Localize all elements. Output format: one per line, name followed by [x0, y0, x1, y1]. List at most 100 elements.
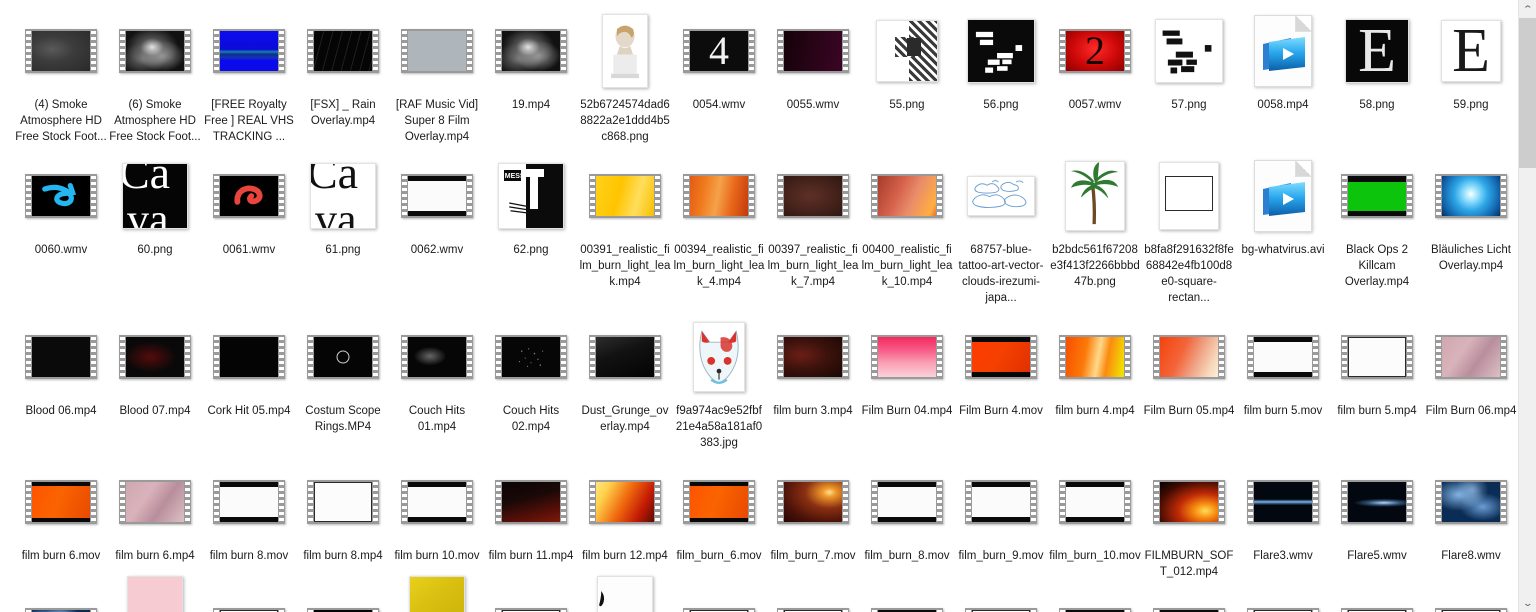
file-item[interactable]: E 59.png: [1424, 0, 1518, 145]
file-item[interactable]: (6) Smoke Atmosphere HD Free Stock Foot.…: [108, 0, 202, 145]
file-item[interactable]: 00391_realistic_film_burn_light_leak.mp4: [578, 145, 672, 306]
file-item[interactable]: 4 0054.wmv: [672, 0, 766, 145]
file-item[interactable]: 0055.wmv: [766, 0, 860, 145]
film-strip-icon: [1341, 335, 1413, 379]
film-strip-icon: [1341, 174, 1413, 218]
file-item[interactable]: bg-whatvirus.avi: [1236, 145, 1330, 306]
file-item[interactable]: film burn 8.mp4: [296, 451, 390, 580]
file-item[interactable]: 00397_realistic_film_burn_light_leak_7.m…: [766, 145, 860, 306]
file-name-label: b8fa8f291632f8fe68842e4fb100d8e0-square-…: [1144, 244, 1234, 304]
file-item[interactable]: film burn 5.mp4: [1330, 306, 1424, 451]
file-item[interactable]: Blood 07.mp4: [108, 306, 202, 451]
file-item[interactable]: film burn 5.mov: [1236, 306, 1330, 451]
file-item[interactable]: 68757-blue-tattoo-art-vector-clouds-irez…: [954, 145, 1048, 306]
file-item[interactable]: [FSX] _ Rain Overlay.mp4: [296, 0, 390, 145]
file-item[interactable]: film_burn_7.mov: [766, 451, 860, 580]
file-item[interactable]: [860, 580, 954, 612]
file-item[interactable]: [1424, 580, 1518, 612]
file-item[interactable]: [14, 580, 108, 612]
file-thumbnail: [1237, 312, 1329, 402]
file-item[interactable]: 55.png: [860, 0, 954, 145]
file-thumbnail: [485, 457, 577, 547]
file-item[interactable]: (4) Smoke Atmosphere HD Free Stock Foot.…: [14, 0, 108, 145]
file-item[interactable]: Film Burn 4.mov: [954, 306, 1048, 451]
file-item[interactable]: [672, 580, 766, 612]
file-item[interactable]: Cork Hit 05.mp4: [202, 306, 296, 451]
file-item[interactable]: film burn 10.mov: [390, 451, 484, 580]
film-strip-icon: [495, 29, 567, 73]
file-item[interactable]: Black Ops 2 Killcam Overlay.mp4: [1330, 145, 1424, 306]
file-item[interactable]: [1048, 580, 1142, 612]
file-item[interactable]: film_burn_10.mov: [1048, 451, 1142, 580]
file-item[interactable]: b2bdc561f67208e3f413f2266bbbd47b.png: [1048, 145, 1142, 306]
file-item[interactable]: [954, 580, 1048, 612]
file-item[interactable]: Ca va 60.png: [108, 145, 202, 306]
file-item[interactable]: [202, 580, 296, 612]
file-thumbnail: E: [1425, 6, 1517, 96]
file-item[interactable]: film_burn_6.mov: [672, 451, 766, 580]
file-item[interactable]: 00394_realistic_film_burn_light_leak_4.m…: [672, 145, 766, 306]
vertical-scrollbar[interactable]: ⌃ ⌄: [1518, 0, 1536, 612]
file-item[interactable]: [FREE Royalty Free ] REAL VHS TRACKING .…: [202, 0, 296, 145]
file-item[interactable]: Film Burn 05.mp4: [1142, 306, 1236, 451]
file-item[interactable]: 0058.mp4: [1236, 0, 1330, 145]
scroll-up-arrow-icon[interactable]: ⌃: [1519, 0, 1536, 18]
file-item[interactable]: FILMBURN_SOFT_012.mp4: [1142, 451, 1236, 580]
file-name-label: [RAF Music Vid] Super 8 Film Overlay.mp4: [395, 99, 479, 143]
file-item[interactable]: Blood 06.mp4: [14, 306, 108, 451]
file-item[interactable]: Film Burn 04.mp4: [860, 306, 954, 451]
file-item[interactable]: Flare8.wmv: [1424, 451, 1518, 580]
file-item[interactable]: Costum Scope Rings.MP4: [296, 306, 390, 451]
file-item[interactable]: [484, 580, 578, 612]
file-item[interactable]: film_burn_8.mov: [860, 451, 954, 580]
file-item[interactable]: Ca va 61.png: [296, 145, 390, 306]
file-item[interactable]: [578, 576, 672, 612]
file-item[interactable]: 00400_realistic_film_burn_light_leak_10.…: [860, 145, 954, 306]
file-grid-scroll-area[interactable]: (4) Smoke Atmosphere HD Free Stock Foot.…: [0, 0, 1518, 612]
file-name-label: 61.png: [325, 244, 361, 256]
file-item[interactable]: 0062.wmv: [390, 145, 484, 306]
file-item[interactable]: film burn 6.mp4: [108, 451, 202, 580]
film-strip-icon: [307, 608, 379, 612]
file-item[interactable]: film burn 6.mov: [14, 451, 108, 580]
file-item[interactable]: Dust_Grunge_overlay.mp4: [578, 306, 672, 451]
file-item[interactable]: film burn 11.mp4: [484, 451, 578, 580]
file-item[interactable]: Film Burn 06.mp4: [1424, 306, 1518, 451]
file-item[interactable]: Couch Hits 01.mp4: [390, 306, 484, 451]
file-item[interactable]: MESS PASS 62.png: [484, 145, 578, 306]
file-item[interactable]: Flare5.wmv: [1330, 451, 1424, 580]
file-item[interactable]: [1330, 580, 1424, 612]
file-item[interactable]: [108, 576, 202, 612]
file-item[interactable]: Flare3.wmv: [1236, 451, 1330, 580]
file-item[interactable]: [390, 576, 484, 612]
file-item[interactable]: 0061.wmv: [202, 145, 296, 306]
file-item[interactable]: film burn 12.mp4: [578, 451, 672, 580]
file-item[interactable]: Bläuliches Licht Overlay.mp4: [1424, 145, 1518, 306]
file-item[interactable]: [1142, 580, 1236, 612]
file-item[interactable]: 2 0057.wmv: [1048, 0, 1142, 145]
file-thumbnail: [861, 151, 953, 241]
file-thumbnail: [1331, 457, 1423, 547]
file-item[interactable]: [1236, 580, 1330, 612]
scrollbar-thumb[interactable]: [1519, 18, 1536, 168]
file-item[interactable]: film_burn_9.mov: [954, 451, 1048, 580]
file-item[interactable]: 52b6724574dad68822a2e1ddd4b5c868.png: [578, 0, 672, 145]
file-item[interactable]: E 58.png: [1330, 0, 1424, 145]
file-item[interactable]: film burn 4.mp4: [1048, 306, 1142, 451]
file-item[interactable]: b8fa8f291632f8fe68842e4fb100d8e0-square-…: [1142, 145, 1236, 306]
file-item[interactable]: [296, 580, 390, 612]
file-item[interactable]: film burn 3.mp4: [766, 306, 860, 451]
file-item[interactable]: film burn 8.mov: [202, 451, 296, 580]
file-item[interactable]: Couch Hits 02.mp4: [484, 306, 578, 451]
file-item[interactable]: [766, 580, 860, 612]
video-preview-frame: [314, 31, 372, 71]
file-item[interactable]: 56.png: [954, 0, 1048, 145]
file-item[interactable]: [RAF Music Vid] Super 8 Film Overlay.mp4: [390, 0, 484, 145]
file-item[interactable]: 0060.wmv: [14, 145, 108, 306]
file-item[interactable]: f9a974ac9e52fbf21e4a58a181af0383.jpg: [672, 306, 766, 451]
scroll-down-arrow-icon[interactable]: ⌄: [1519, 594, 1536, 612]
file-item[interactable]: 57.png: [1142, 0, 1236, 145]
file-thumbnail: [109, 312, 201, 402]
file-item[interactable]: 19.mp4: [484, 0, 578, 145]
file-thumbnail: [861, 586, 953, 612]
